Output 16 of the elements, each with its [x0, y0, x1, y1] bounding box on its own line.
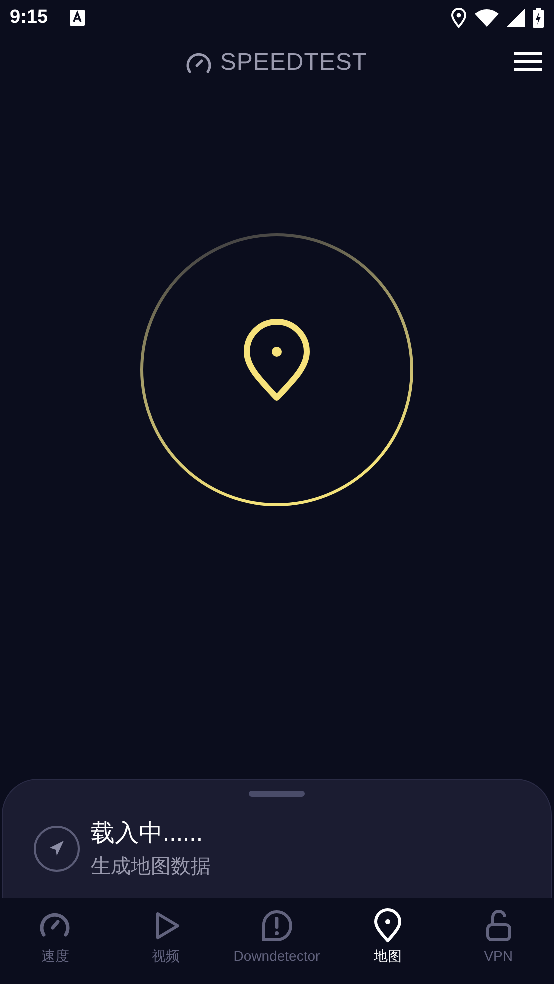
loading-title: 载入中......: [91, 819, 204, 849]
speedometer-icon: [186, 52, 212, 74]
battery-icon: [533, 8, 544, 28]
keyboard-icon: [70, 10, 86, 26]
loading-subtitle: 生成地图数据: [91, 855, 211, 880]
nav-tab[interactable]: Downdetector: [222, 898, 332, 984]
signal-icon: [507, 9, 525, 27]
nav-tab[interactable]: 视频: [110, 898, 222, 984]
nav-tab[interactable]: VPN: [443, 898, 554, 984]
nav-tab[interactable]: 地图: [332, 898, 444, 984]
nav-tab[interactable]: 速度: [0, 898, 111, 984]
location-icon: [451, 8, 467, 28]
status-time: 9:15: [10, 7, 48, 29]
drag-handle[interactable]: [249, 791, 305, 797]
wifi-icon: [475, 9, 499, 27]
app-title: SPEEDTEST: [220, 49, 368, 77]
